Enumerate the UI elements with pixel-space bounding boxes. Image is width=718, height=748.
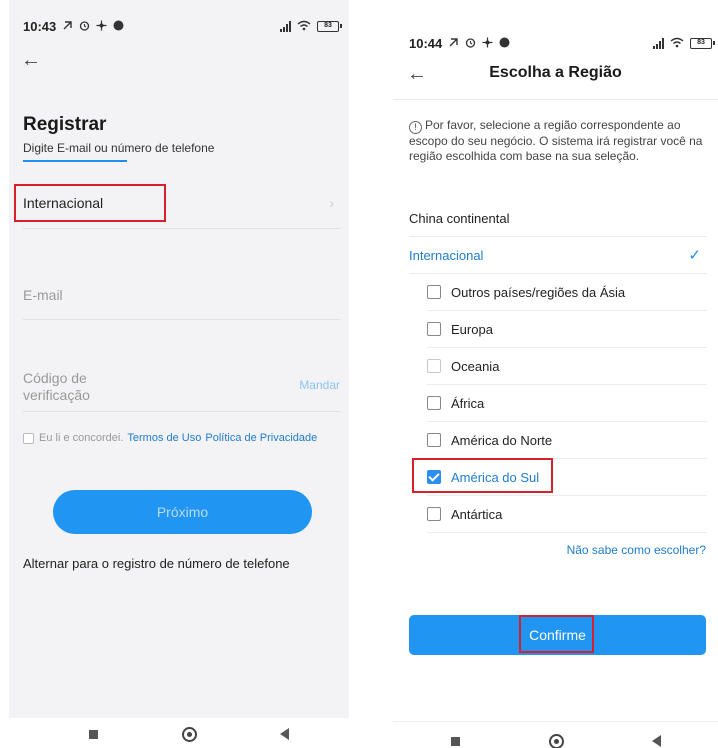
help-choose-link[interactable]: Não sabe como escolher? xyxy=(567,543,706,557)
wifi-icon xyxy=(670,36,684,51)
alarm-icon xyxy=(79,19,90,34)
subregion-row-antarctica[interactable]: Antártica xyxy=(427,496,707,533)
email-placeholder: E-mail xyxy=(23,287,63,303)
subregion-row-africa[interactable]: África xyxy=(427,385,707,422)
back-arrow-icon[interactable]: ← xyxy=(21,50,41,70)
checkmark-icon: ✓ xyxy=(688,247,701,264)
battery-icon: 83 xyxy=(317,20,342,32)
page-subtitle: Digite E-mail ou número de telefone xyxy=(23,141,215,155)
subregion-row-europe[interactable]: Europa xyxy=(427,311,707,348)
code-placeholder: Código de verificação xyxy=(23,370,90,403)
checkbox[interactable] xyxy=(427,507,441,521)
app-icon xyxy=(482,36,493,51)
chevron-right-icon: › xyxy=(329,195,334,211)
highlight-box-region xyxy=(14,184,166,222)
region-row-international[interactable]: Internacional ✓ xyxy=(409,237,707,274)
region-notice: ! Por favor, selecione a região correspon… xyxy=(409,118,709,164)
checkbox[interactable] xyxy=(427,359,441,373)
app-icon xyxy=(96,19,107,34)
verification-code-field[interactable]: Código de verificação Mandar xyxy=(23,362,340,412)
checkbox[interactable] xyxy=(427,322,441,336)
status-time: 10:43 xyxy=(23,18,57,34)
privacy-link[interactable]: Política de Privacidade xyxy=(205,432,317,444)
subregion-row-north-america[interactable]: América do Norte xyxy=(427,422,707,459)
subregion-label: África xyxy=(451,395,485,411)
region-label: Internacional xyxy=(409,247,484,263)
notification-icon xyxy=(62,19,73,34)
wifi-icon xyxy=(297,19,311,34)
subregion-label: Europa xyxy=(451,321,493,337)
battery-icon: 83 xyxy=(690,37,715,49)
next-button[interactable]: Próximo xyxy=(53,490,312,534)
alarm-icon xyxy=(465,36,476,51)
switch-to-phone-link[interactable]: Alternar para o registro de número de te… xyxy=(23,556,290,571)
subregion-row-asia[interactable]: Outros países/regiões da Ásia xyxy=(427,274,707,311)
subregion-label: América do Norte xyxy=(451,432,553,448)
agree-checkbox[interactable] xyxy=(23,432,34,444)
subtitle-underline xyxy=(23,160,127,162)
highlight-box-south-america xyxy=(412,458,553,493)
region-row-china[interactable]: China continental xyxy=(409,200,707,237)
subregion-row-oceania[interactable]: Oceania xyxy=(427,348,707,385)
info-icon: ! xyxy=(409,121,422,134)
header-divider xyxy=(393,99,718,100)
app-icon xyxy=(499,36,510,51)
checkbox[interactable] xyxy=(427,396,441,410)
agree-text: Eu li e concordei. xyxy=(39,432,124,444)
home-icon[interactable] xyxy=(181,726,197,742)
checkbox[interactable] xyxy=(427,433,441,447)
subregion-label: Outros países/regiões da Ásia xyxy=(451,284,626,300)
agreement-row: Eu li e concordei. Termos de Uso Polític… xyxy=(23,432,317,444)
subregion-label: Oceania xyxy=(451,358,500,374)
region-label: China continental xyxy=(409,210,510,226)
notification-icon xyxy=(448,36,459,51)
notice-text: Por favor, selecione a região correspond… xyxy=(409,118,703,163)
back-triangle-icon[interactable] xyxy=(652,735,661,747)
register-screen: 10:43 83 ← Registrar Digite E-mail ou nú… xyxy=(9,0,349,748)
terms-link[interactable]: Termos de Uso xyxy=(127,432,201,444)
system-nav-bar xyxy=(451,725,661,748)
status-bar: 10:43 83 xyxy=(23,16,342,36)
send-code-button[interactable]: Mandar xyxy=(299,378,340,392)
page-title: Escolha a Região xyxy=(489,64,622,81)
region-select-screen: 10:44 83 ← Escolha a Região ! Por favor,… xyxy=(393,0,718,748)
system-nav-bar xyxy=(89,718,289,748)
page-title: Registrar xyxy=(23,114,107,135)
back-triangle-icon[interactable] xyxy=(280,728,289,740)
checkbox[interactable] xyxy=(427,285,441,299)
app-icon xyxy=(113,19,124,34)
recents-icon[interactable] xyxy=(89,729,98,739)
signal-icon xyxy=(280,20,291,32)
home-icon[interactable] xyxy=(548,733,564,748)
status-bar: 10:44 83 xyxy=(409,33,715,53)
email-field[interactable]: E-mail xyxy=(23,272,340,320)
nav-divider xyxy=(393,721,718,722)
status-time: 10:44 xyxy=(409,35,443,51)
recents-icon[interactable] xyxy=(451,736,460,746)
signal-icon xyxy=(653,37,664,49)
highlight-box-confirm xyxy=(519,615,594,653)
subregion-label: Antártica xyxy=(451,506,503,522)
